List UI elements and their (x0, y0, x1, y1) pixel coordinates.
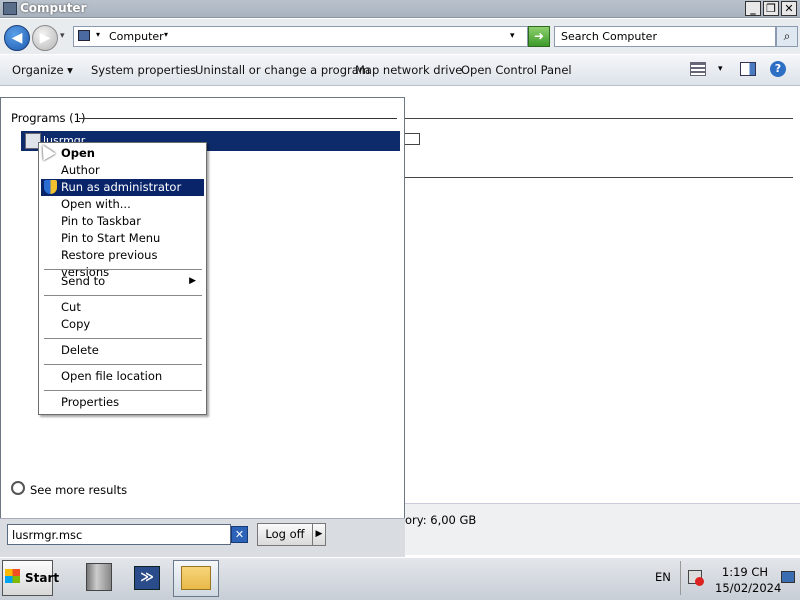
menu-item-restore-versions[interactable]: Restore previous versions (41, 247, 204, 279)
details-pane (405, 503, 800, 555)
drive-usage-bar (403, 133, 420, 145)
menu-item-pin-start-menu[interactable]: Pin to Start Menu (41, 230, 204, 247)
menu-item-label: Send to (61, 274, 106, 288)
mute-icon (695, 577, 704, 586)
organize-button[interactable]: Organize ▾ (12, 63, 73, 77)
folder-icon (181, 566, 211, 590)
clock-time[interactable]: 1:19 CH (715, 565, 775, 579)
see-more-results-link[interactable]: See more results (30, 483, 127, 497)
menu-separator (44, 364, 202, 365)
menu-item-copy[interactable]: Copy (41, 316, 204, 333)
menu-item-send-to[interactable]: Send to ▶ (41, 273, 204, 290)
view-dropdown-icon[interactable]: ▾ (718, 64, 723, 74)
search-input[interactable]: Search Computer (554, 26, 776, 47)
refresh-button[interactable]: ➜ (528, 26, 550, 47)
group-divider (405, 177, 793, 178)
tray-divider (680, 561, 681, 595)
menu-item-delete[interactable]: Delete (41, 342, 204, 359)
menu-item-label: Run as administrator (61, 180, 182, 194)
menu-item-properties[interactable]: Properties (41, 394, 204, 411)
network-icon[interactable] (781, 571, 795, 583)
clock-date[interactable]: 15/02/2024 (715, 581, 781, 595)
minimize-button[interactable]: _ (745, 1, 761, 16)
system-properties-button[interactable]: System properties (91, 63, 196, 77)
menu-separator (44, 295, 202, 296)
preview-pane-icon[interactable] (740, 62, 756, 76)
powershell-icon[interactable]: ≫ (134, 566, 160, 590)
uninstall-program-button[interactable]: Uninstall or change a program (195, 63, 370, 77)
address-dropdown-icon[interactable]: ▾ (510, 31, 515, 41)
address-box[interactable]: ▾ Computer ▾ ▾ (73, 26, 528, 47)
title-bar (0, 0, 800, 18)
breadcrumb-arrow-icon[interactable]: ▾ (164, 30, 168, 39)
context-menu: Open Author Run as administrator Open wi… (38, 142, 207, 415)
uac-shield-icon (44, 180, 57, 194)
help-icon[interactable]: ? (770, 61, 786, 77)
server-manager-icon[interactable] (86, 563, 112, 591)
search-icon[interactable]: ⌕ (776, 26, 798, 47)
computer-icon (78, 30, 90, 41)
memory-info: ory: 6,00 GB (405, 513, 477, 527)
group-divider (405, 118, 793, 119)
programs-header: Programs (1) (11, 111, 86, 125)
language-indicator[interactable]: EN (655, 570, 671, 584)
start-search-input[interactable]: lusrmgr.msc (7, 524, 231, 545)
menu-separator (44, 338, 202, 339)
back-button[interactable]: ◀ (4, 25, 30, 51)
clear-search-icon[interactable]: ✕ (231, 526, 248, 543)
menu-item-open[interactable]: Open (41, 145, 204, 162)
windows-logo-icon (5, 569, 20, 583)
forward-button[interactable]: ▶ (32, 25, 58, 51)
menu-item-open-file-location[interactable]: Open file location (41, 368, 204, 385)
computer-icon (3, 2, 17, 15)
menu-item-open-with[interactable]: Open with... (41, 196, 204, 213)
log-off-button[interactable]: Log off (257, 523, 313, 546)
menu-separator (44, 269, 202, 270)
breadcrumb-computer[interactable]: Computer (109, 30, 164, 43)
change-view-icon[interactable] (690, 62, 706, 76)
shutdown-options-icon[interactable]: ▶ (312, 523, 326, 546)
menu-item-author[interactable]: Author (41, 162, 204, 179)
breadcrumb-arrow-icon[interactable]: ▾ (96, 30, 100, 39)
history-dropdown-icon[interactable]: ▾ (60, 31, 65, 41)
map-network-drive-button[interactable]: Map network drive (355, 63, 462, 77)
menu-item-cut[interactable]: Cut (41, 299, 204, 316)
search-icon (11, 481, 25, 495)
window-title: Computer (20, 1, 87, 15)
menu-item-run-as-administrator[interactable]: Run as administrator (41, 179, 204, 196)
menu-separator (44, 390, 202, 391)
maximize-button[interactable]: ❐ (763, 1, 779, 16)
divider (79, 118, 397, 119)
submenu-arrow-icon: ▶ (189, 276, 196, 286)
open-control-panel-button[interactable]: Open Control Panel (461, 63, 572, 77)
close-button[interactable]: ✕ (781, 1, 797, 16)
menu-item-pin-taskbar[interactable]: Pin to Taskbar (41, 213, 204, 230)
